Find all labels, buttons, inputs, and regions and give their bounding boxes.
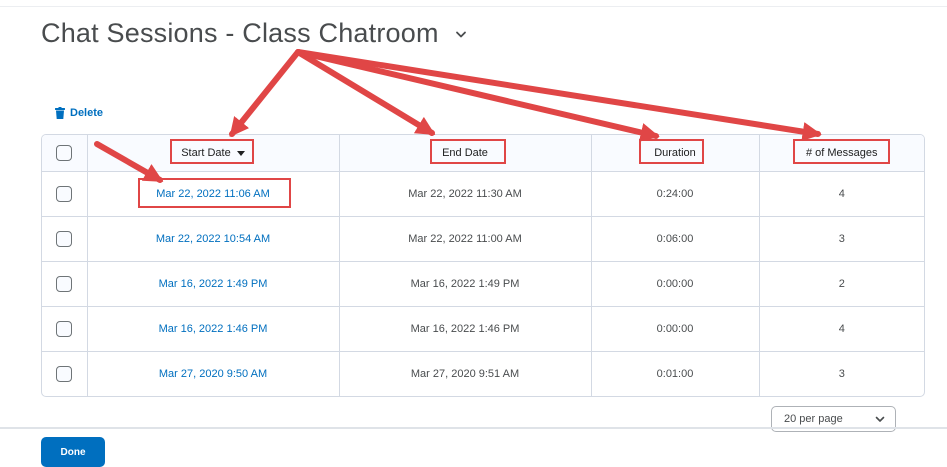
session-link[interactable]: Mar 22, 2022 11:06 AM xyxy=(156,188,270,200)
delete-button[interactable]: Delete xyxy=(55,107,103,119)
end-date-cell: Mar 22, 2022 11:30 AM xyxy=(338,171,591,217)
row-checkbox[interactable] xyxy=(56,231,73,247)
duration-label[interactable]: Duration xyxy=(654,147,696,159)
column-header-messages[interactable]: # of Messages xyxy=(758,135,924,172)
messages-cell: 4 xyxy=(758,171,924,217)
messages-cell: 3 xyxy=(758,216,924,262)
start-date-label[interactable]: Start Date xyxy=(181,147,231,159)
messages-cell: 3 xyxy=(758,351,924,396)
delete-label: Delete xyxy=(70,107,104,119)
messages-cell: 4 xyxy=(758,306,924,352)
row-checkbox[interactable] xyxy=(56,366,73,382)
column-header-start-date[interactable]: Start Date xyxy=(86,135,339,172)
column-header-end-date[interactable]: End Date xyxy=(338,135,591,172)
session-link[interactable]: Mar 27, 2020 9:50 AM xyxy=(159,368,267,380)
row-checkbox[interactable] xyxy=(56,276,73,292)
start-date-cell: Mar 22, 2022 11:06 AM xyxy=(86,171,339,217)
page-title: Chat Sessions - Class Chatroom xyxy=(41,18,467,49)
column-header-duration[interactable]: Duration xyxy=(590,135,759,172)
row-select-cell xyxy=(42,306,87,352)
top-divider xyxy=(0,6,947,7)
end-date-cell: Mar 27, 2020 9:51 AM xyxy=(338,351,591,396)
chevron-down-icon xyxy=(875,416,885,422)
session-link[interactable]: Mar 22, 2022 10:54 AM xyxy=(156,233,270,245)
table-row: Mar 16, 2022 1:49 PM Mar 16, 2022 1:49 P… xyxy=(42,261,924,307)
trash-icon xyxy=(55,107,65,119)
session-link[interactable]: Mar 16, 2022 1:49 PM xyxy=(159,278,268,290)
duration-cell: 0:00:00 xyxy=(590,306,759,352)
footer-divider xyxy=(0,427,947,429)
row-checkbox[interactable] xyxy=(56,186,73,202)
row-select-cell xyxy=(42,261,87,307)
table-header-row: Start Date End Date Duration # of Messag… xyxy=(42,135,924,172)
row-select-cell xyxy=(42,352,87,397)
annotation-arrow xyxy=(295,49,822,142)
start-date-cell: Mar 16, 2022 1:49 PM xyxy=(86,261,339,307)
row-select-cell xyxy=(42,171,87,217)
start-date-cell: Mar 22, 2022 10:54 AM xyxy=(86,216,339,262)
session-link[interactable]: Mar 16, 2022 1:46 PM xyxy=(159,323,268,335)
done-button[interactable]: Done xyxy=(41,437,105,467)
row-checkbox[interactable] xyxy=(56,321,73,337)
end-date-cell: Mar 16, 2022 1:49 PM xyxy=(338,261,591,307)
row-select-cell xyxy=(42,216,87,262)
table-row: Mar 22, 2022 10:54 AM Mar 22, 2022 11:00… xyxy=(42,216,924,262)
table-row: Mar 22, 2022 11:06 AM Mar 22, 2022 11:30… xyxy=(42,171,924,217)
caret-down-icon xyxy=(236,150,245,156)
table-row: Mar 16, 2022 1:46 PM Mar 16, 2022 1:46 P… xyxy=(42,306,924,352)
select-all-checkbox[interactable] xyxy=(56,145,73,161)
duration-cell: 0:24:00 xyxy=(590,171,759,217)
end-date-cell: Mar 16, 2022 1:46 PM xyxy=(338,306,591,352)
duration-cell: 0:06:00 xyxy=(590,216,759,262)
messages-cell: 2 xyxy=(758,261,924,307)
messages-label[interactable]: # of Messages xyxy=(806,147,878,159)
page-title-text: Chat Sessions - Class Chatroom xyxy=(41,18,439,48)
annotation-arrow xyxy=(295,49,660,142)
duration-cell: 0:00:00 xyxy=(590,261,759,307)
per-page-value: 20 per page xyxy=(784,413,843,425)
end-date-cell: Mar 22, 2022 11:00 AM xyxy=(338,216,591,262)
end-date-label[interactable]: End Date xyxy=(442,147,488,159)
chat-sessions-table: Start Date End Date Duration # of Messag… xyxy=(41,134,925,397)
select-all-cell xyxy=(42,135,87,172)
start-date-cell: Mar 27, 2020 9:50 AM xyxy=(86,351,339,396)
annotation-arrow xyxy=(229,49,301,137)
table-row: Mar 27, 2020 9:50 AM Mar 27, 2020 9:51 A… xyxy=(42,351,924,397)
annotation-arrow xyxy=(295,49,436,136)
duration-cell: 0:01:00 xyxy=(590,351,759,396)
chevron-down-icon[interactable] xyxy=(455,28,467,40)
start-date-cell: Mar 16, 2022 1:46 PM xyxy=(86,306,339,352)
